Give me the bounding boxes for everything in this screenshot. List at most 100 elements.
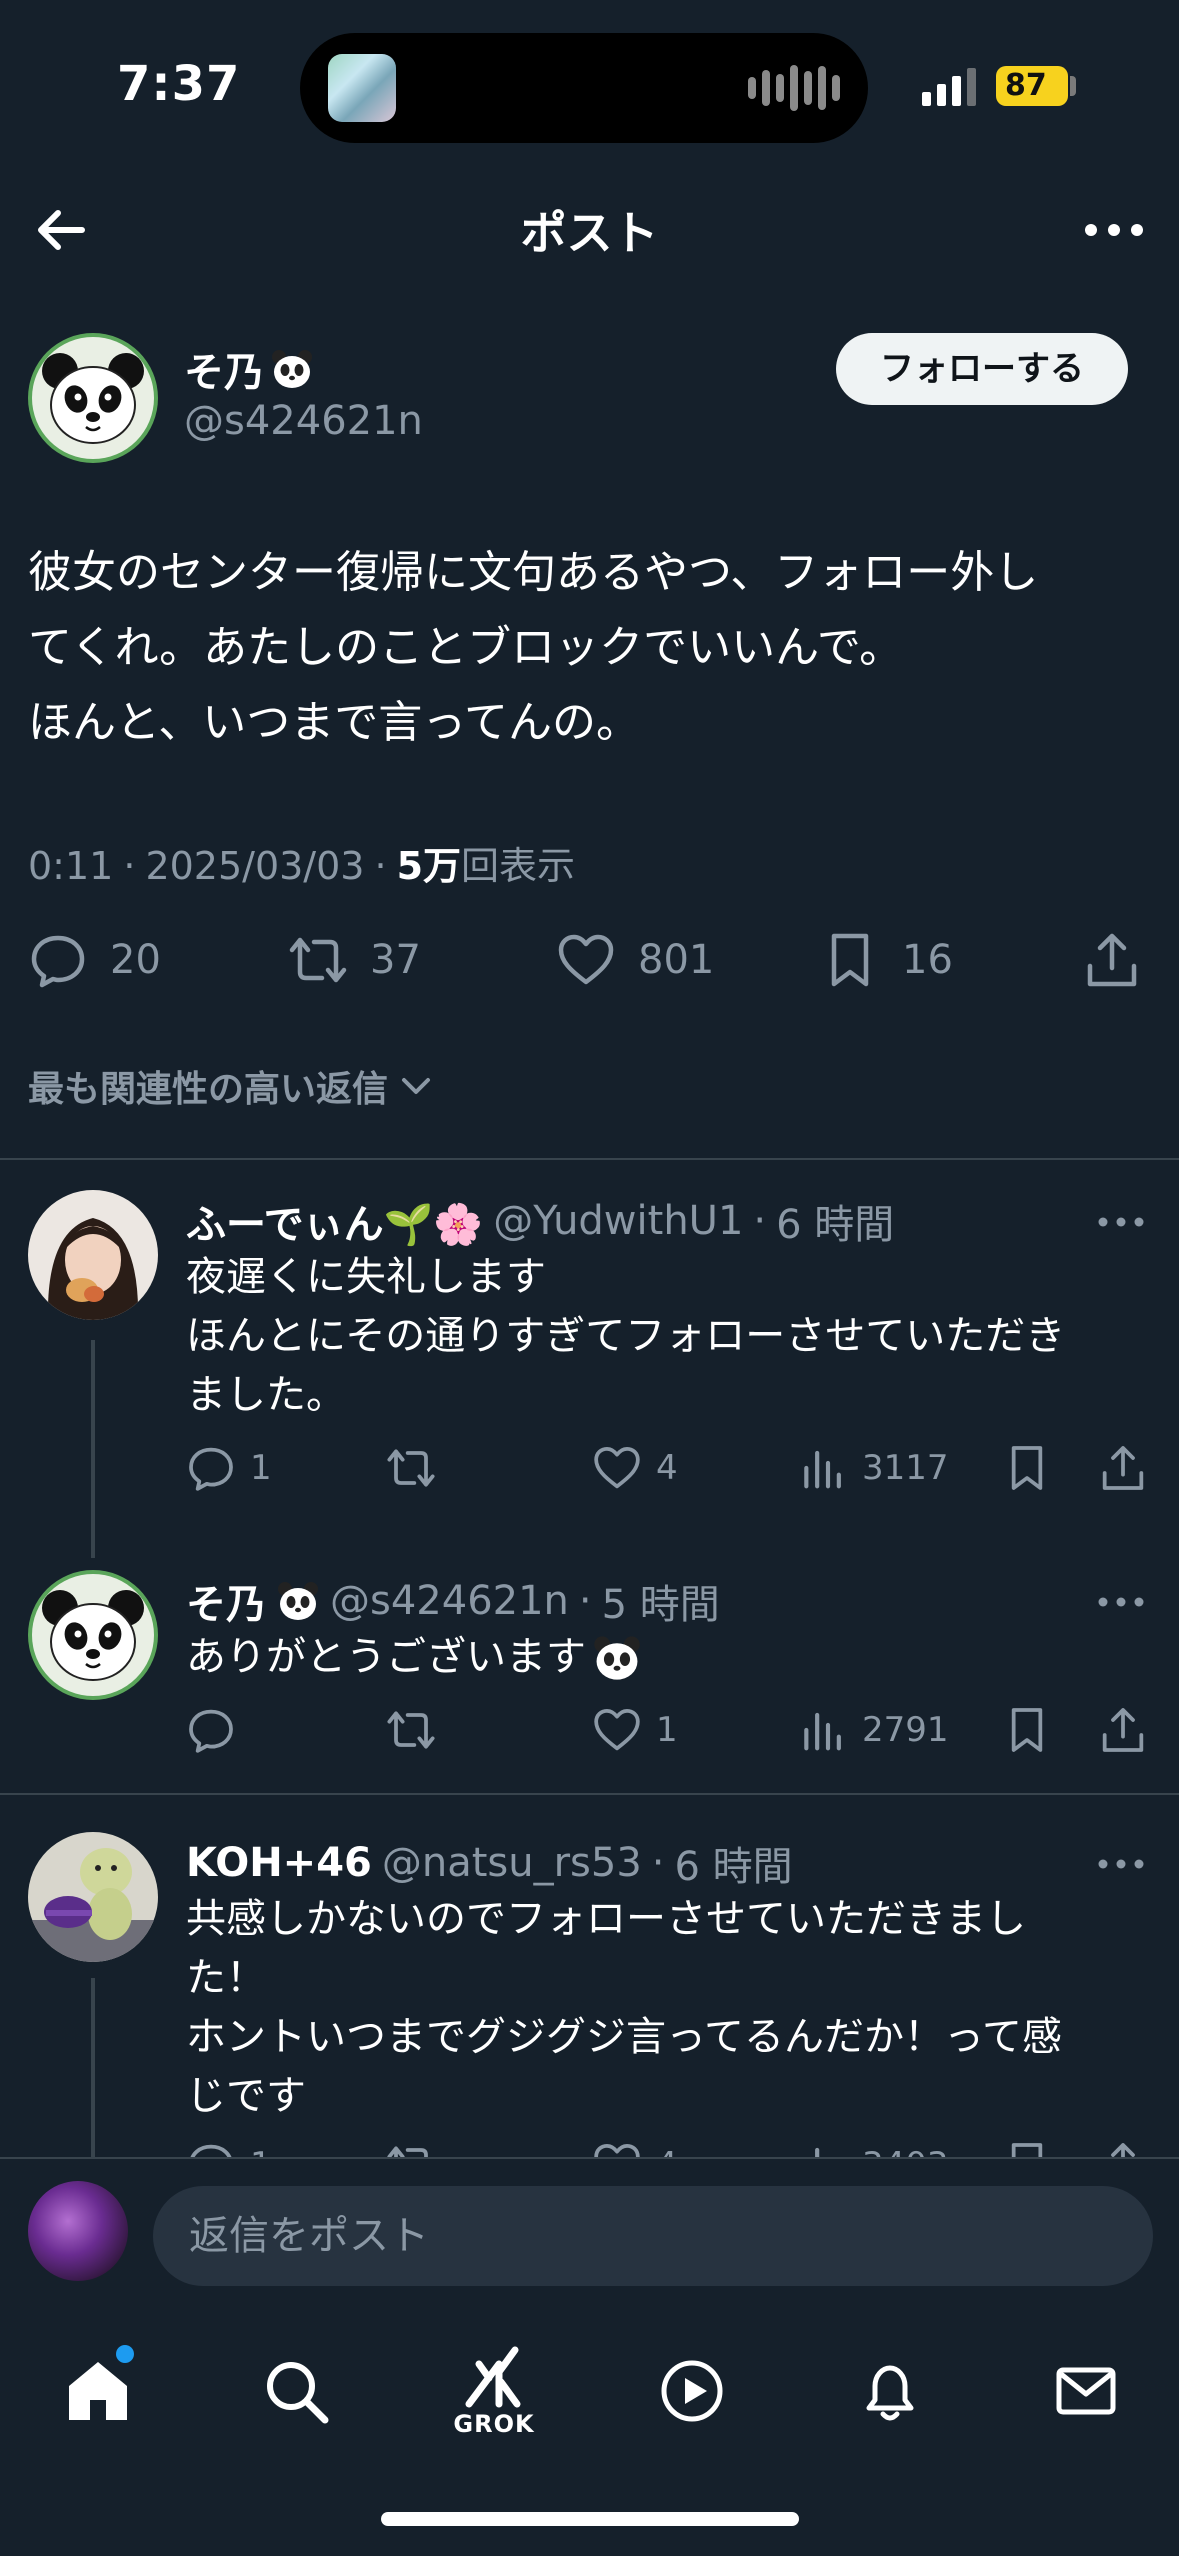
page-title: ポスト: [520, 206, 659, 260]
tab-grok[interactable]: GROK: [444, 2341, 544, 2441]
post-view-count[interactable]: 5万: [397, 844, 461, 888]
share-button[interactable]: [1098, 1440, 1148, 1496]
share-button[interactable]: [1098, 2137, 1148, 2157]
share-icon: [1102, 1708, 1144, 1752]
reply-more-icon[interactable]: [1095, 1212, 1147, 1232]
repost-button[interactable]: [386, 1440, 436, 1496]
meta-separator: ·: [753, 1198, 767, 1244]
like-button[interactable]: 4: [592, 1440, 678, 1496]
tab-messages[interactable]: [1036, 2341, 1136, 2441]
cellular-signal-icon: [922, 66, 976, 106]
divider: [0, 1793, 1179, 1795]
more-icon: [1085, 224, 1143, 236]
reply-header: ふーでぃん🌱🌸 @YudwithU1 · 6 時間: [186, 1192, 894, 1250]
panda-icon: [594, 1635, 640, 1680]
tab-search[interactable]: [246, 2341, 346, 2441]
panda-icon: [272, 350, 312, 388]
home-icon: [69, 2362, 127, 2420]
reply-action-bar: 1 4 3117: [186, 1440, 1146, 1496]
like-icon: [594, 2143, 640, 2157]
play-icon: [661, 2360, 723, 2422]
repost-icon: [289, 937, 347, 983]
post-author-handle[interactable]: @s424621n: [184, 398, 423, 444]
like-button[interactable]: 4: [592, 2137, 678, 2157]
like-button[interactable]: 1: [592, 1702, 678, 1758]
reply-author-name[interactable]: KOH+46: [186, 1840, 372, 1886]
home-indicator[interactable]: [381, 2512, 799, 2526]
tab-notifications[interactable]: [840, 2341, 940, 2441]
repost-icon: [387, 1711, 435, 1749]
post-time: 0:11: [28, 844, 114, 888]
reply-author-handle[interactable]: @s424621n: [330, 1578, 569, 1624]
reply-button[interactable]: 20: [28, 925, 161, 995]
dynamic-island[interactable]: [300, 33, 868, 143]
panda-avatar-icon: [32, 337, 154, 459]
reply-author-handle[interactable]: @natsu_rs53: [382, 1840, 642, 1886]
reply-sort-dropdown[interactable]: 最も関連性の高い返信: [28, 1060, 436, 1112]
bookmark-button[interactable]: 16: [820, 925, 953, 995]
share-button[interactable]: [1098, 1702, 1148, 1758]
follow-button[interactable]: フォローする: [836, 333, 1128, 405]
reply-author-name[interactable]: ふーでぃん🌱🌸: [186, 1192, 483, 1250]
view-count: 3117: [862, 1448, 949, 1488]
bookmark-icon: [1011, 1446, 1043, 1490]
reply-count: 1: [250, 2145, 272, 2157]
repost-button[interactable]: [386, 1702, 436, 1758]
reply-body-text: ありがとうございます: [186, 1634, 586, 1680]
like-icon: [594, 1708, 640, 1751]
audio-waveform-icon: [748, 63, 840, 113]
views-button[interactable]: 2791: [798, 1702, 949, 1758]
reply-more-icon[interactable]: [1095, 1854, 1147, 1874]
reply-more-icon[interactable]: [1095, 1592, 1147, 1612]
views-button[interactable]: 3403: [798, 2137, 949, 2157]
post-date: 2025/03/03: [145, 844, 365, 888]
repost-button[interactable]: 37: [288, 925, 421, 995]
reply-author-name[interactable]: そ乃: [186, 1572, 266, 1630]
bookmark-button[interactable]: [1002, 1702, 1052, 1758]
views-icon: [815, 2147, 820, 2157]
bookmark-count: 16: [902, 937, 953, 983]
post-author-name[interactable]: そ乃: [184, 340, 314, 398]
thread-line: [91, 1340, 95, 1558]
meta-separator: ·: [651, 1840, 665, 1886]
reply-compose-bar: [0, 2157, 1179, 2297]
tab-video[interactable]: [642, 2341, 742, 2441]
post-meta: 0:11 · 2025/03/03 · 5万回表示: [28, 835, 575, 890]
post-views-label: 回表示: [461, 844, 576, 888]
panda-avatar-icon: [32, 1574, 154, 1696]
bookmark-button[interactable]: [1002, 2137, 1052, 2157]
repost-button[interactable]: [386, 2137, 436, 2157]
now-playing-artwork: [328, 54, 396, 122]
reply-button[interactable]: [186, 1702, 236, 1758]
reply-author-avatar[interactable]: [28, 1190, 158, 1320]
tab-home[interactable]: [48, 2341, 148, 2441]
divider: [0, 1158, 1179, 1160]
like-count: 1: [656, 1710, 678, 1750]
reply-time: 6 時間: [674, 1844, 793, 1890]
reply-button[interactable]: 1: [186, 1440, 272, 1496]
reply-author-handle[interactable]: @YudwithU1: [493, 1198, 743, 1244]
reply-input[interactable]: [153, 2186, 1153, 2286]
like-button[interactable]: 801: [556, 925, 714, 995]
chevron-down-icon: [402, 1078, 431, 1094]
share-button[interactable]: [1082, 925, 1142, 995]
battery-indicator: 87: [996, 66, 1068, 106]
current-user-avatar[interactable]: [28, 2181, 128, 2281]
meta-separator: ·: [123, 844, 136, 888]
like-count: 801: [638, 937, 715, 983]
reply-author-avatar[interactable]: [28, 1832, 158, 1962]
reply-icon: [190, 2144, 232, 2157]
panda-icon: [278, 1582, 318, 1620]
views-button[interactable]: 3117: [798, 1440, 949, 1496]
bookmark-button[interactable]: [1002, 1440, 1052, 1496]
reply-body-text: 夜遅くに失礼します ほんとにその通りすぎてフォローさせていただき ました。: [186, 1254, 1066, 1418]
reply-author-avatar[interactable]: [28, 1570, 158, 1700]
reply-button[interactable]: 1: [186, 2137, 272, 2157]
status-time: 7:37: [117, 56, 241, 112]
more-options-button[interactable]: [1079, 199, 1149, 261]
reply-time: 5 時間: [601, 1582, 720, 1628]
view-count: 2791: [862, 1710, 949, 1750]
status-bar: 7:37 87: [0, 0, 1179, 175]
reply-item[interactable]: KOH+46 @natsu_rs53 · 6 時間 共感しかないのでフォローさせ…: [0, 1832, 1179, 2157]
post-author-avatar[interactable]: [28, 333, 158, 463]
